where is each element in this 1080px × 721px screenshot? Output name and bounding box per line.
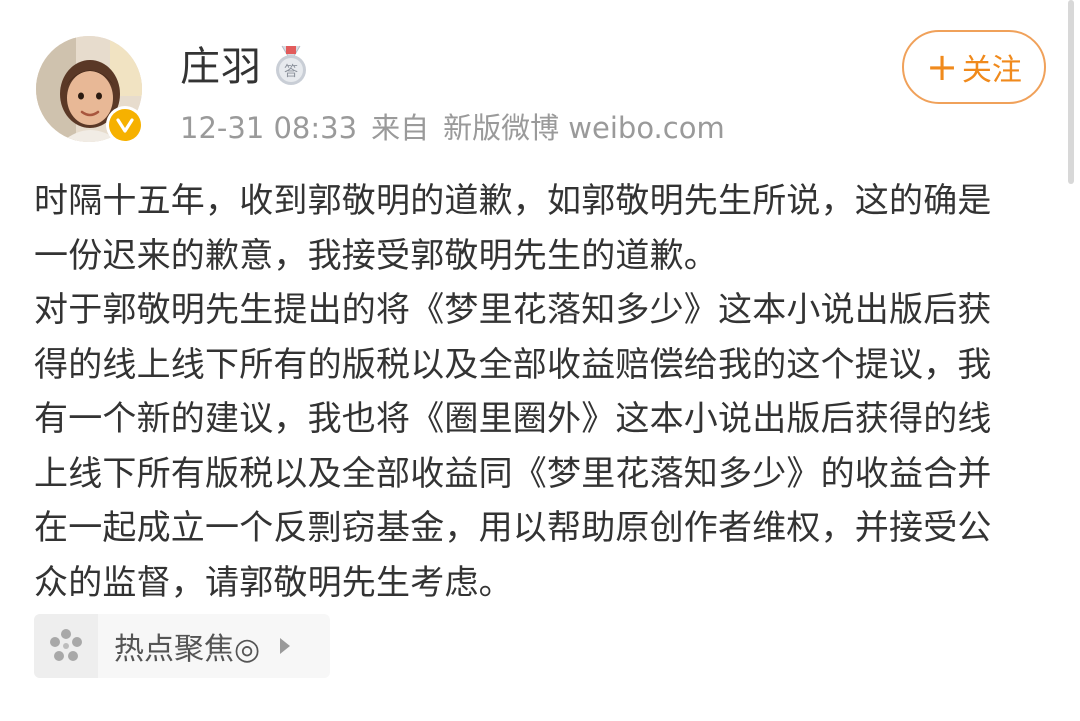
- verified-v-icon: [109, 109, 141, 141]
- weibo-post-card: 庄羽 答 12-31 08:33 来自 新版微博 weibo.com + 关注 时隔…: [0, 0, 1080, 721]
- plus-icon: +: [926, 45, 958, 89]
- follow-button[interactable]: + 关注: [902, 30, 1046, 104]
- play-arrow-icon: [280, 638, 291, 654]
- scrollbar[interactable]: [1068, 0, 1074, 184]
- post-paragraph-1: 时隔十五年，收到郭敬明的道歉，如郭敬明先生所说，这的确是 一份迟来的歉意，我接受…: [34, 181, 992, 276]
- post-meta: 12-31 08:33 来自 新版微博 weibo.com: [180, 108, 739, 148]
- post-time: 12-31 08:33: [180, 111, 358, 145]
- topic-chip[interactable]: 热点聚焦◎: [34, 614, 330, 678]
- topic-flower-icon: [34, 614, 98, 678]
- follow-label: 关注: [961, 53, 1022, 88]
- source-prefix: 来自: [371, 111, 430, 145]
- verified-badge: [106, 106, 144, 144]
- username[interactable]: 庄羽: [180, 42, 262, 92]
- svg-text:答: 答: [284, 63, 298, 80]
- source-client[interactable]: 新版微博 weibo.com: [443, 111, 725, 145]
- medal-answer-icon[interactable]: 答: [272, 44, 310, 88]
- post-text: 时隔十五年，收到郭敬明的道歉，如郭敬明先生所说，这的确是 一份迟来的歉意，我接受…: [34, 174, 1034, 610]
- topic-label: 热点聚焦◎: [114, 632, 261, 667]
- post-paragraph-2: 对于郭敬明先生提出的将《梦里花落知多少》这本小说出版后获 得的线上线下所有的版税…: [34, 290, 992, 603]
